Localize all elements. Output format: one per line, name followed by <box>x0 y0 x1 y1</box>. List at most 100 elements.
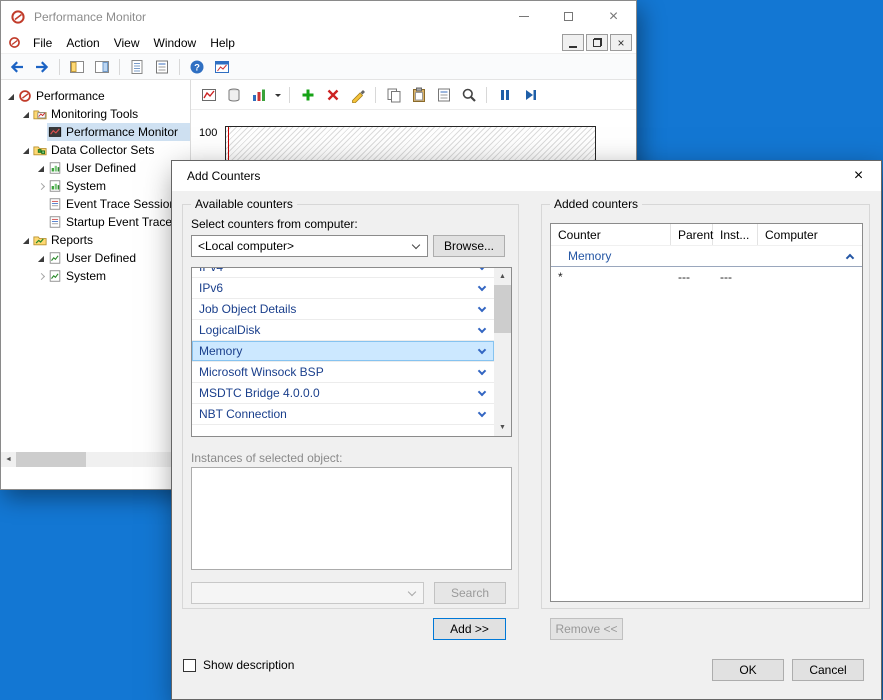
highlight-button[interactable] <box>346 84 369 106</box>
collapsed-expander[interactable] <box>35 274 47 279</box>
expand-counter-chevron-icon[interactable] <box>478 408 486 416</box>
expand-counter-chevron-icon[interactable] <box>478 387 486 395</box>
collapsed-expander[interactable] <box>35 184 47 189</box>
expand-counter-chevron-icon[interactable] <box>478 366 486 374</box>
tree-item-performance-monitor[interactable]: Performance Monitor <box>1 123 190 141</box>
expanded-arrow-icon[interactable]: ◢ <box>20 236 32 245</box>
properties-button[interactable] <box>432 84 455 106</box>
console-minimize-button[interactable] <box>562 34 584 51</box>
tree-item-body[interactable]: User Defined <box>47 159 190 177</box>
tree-item-monitoring-tools[interactable]: ◢Monitoring Tools <box>1 105 190 123</box>
scrollbar-thumb[interactable] <box>16 452 86 467</box>
collapse-group-chevron-icon[interactable] <box>846 254 854 262</box>
show-description-checkbox[interactable] <box>183 659 196 672</box>
graph-type-dropdown[interactable] <box>272 84 283 106</box>
add-counter-button[interactable] <box>296 84 319 106</box>
copy-properties-button[interactable] <box>382 84 405 106</box>
available-counters-list[interactable]: IPv4IPv6Job Object DetailsLogicalDiskMem… <box>191 267 512 437</box>
expanded-arrow-icon[interactable]: ◢ <box>20 110 32 119</box>
console-close-button[interactable]: × <box>610 34 632 51</box>
expand-counter-chevron-icon[interactable] <box>478 345 486 353</box>
instances-list[interactable] <box>191 467 512 570</box>
tree-item-reports[interactable]: ◢Reports <box>1 231 190 249</box>
export-list-button[interactable] <box>125 56 149 78</box>
added-group-memory[interactable]: Memory <box>551 246 862 267</box>
view-current-activity-button[interactable] <box>197 84 220 106</box>
scroll-left-icon[interactable]: ◄ <box>1 452 16 467</box>
view-log-data-button[interactable] <box>222 84 245 106</box>
counter-item-msdtc-bridge-4-0-0-0[interactable]: MSDTC Bridge 4.0.0.0 <box>192 383 494 404</box>
tree-horizontal-scrollbar[interactable]: ◄ ► <box>1 452 190 467</box>
tree-item-body[interactable]: Monitoring Tools <box>32 105 190 123</box>
expand-counter-chevron-icon[interactable] <box>478 303 486 311</box>
browse-button[interactable]: Browse... <box>433 235 505 257</box>
menu-view[interactable]: View <box>107 33 147 53</box>
added-counter-row[interactable]: *------ <box>551 267 862 287</box>
tree-item-body[interactable]: Data Collector Sets <box>32 141 190 159</box>
menu-action[interactable]: Action <box>59 33 106 53</box>
show-console-tree-button[interactable] <box>65 56 89 78</box>
zoom-button[interactable] <box>457 84 480 106</box>
counters-vertical-scrollbar[interactable]: ▲ ▼ <box>494 268 511 436</box>
expand-counter-chevron-icon[interactable] <box>478 324 486 332</box>
menu-file[interactable]: File <box>26 33 59 53</box>
add-button[interactable]: Add >> <box>433 618 506 640</box>
counter-item-ipv6[interactable]: IPv6 <box>192 278 494 299</box>
expand-counter-chevron-icon[interactable] <box>478 282 486 290</box>
window-close-button[interactable]: × <box>591 1 636 32</box>
tree-item-body[interactable]: Performance <box>17 87 190 105</box>
window-maximize-button[interactable] <box>546 1 591 32</box>
properties-button[interactable] <box>150 56 174 78</box>
counter-item-ipv4[interactable]: IPv4 <box>192 267 494 278</box>
column-header-inst[interactable]: Inst... <box>713 224 758 245</box>
expanded-arrow-icon[interactable]: ◢ <box>20 146 32 155</box>
counter-item-nbt-connection[interactable]: NBT Connection <box>192 404 494 425</box>
counter-item-logicaldisk[interactable]: LogicalDisk <box>192 320 494 341</box>
tree-item-event-trace-sessions[interactable]: Event Trace Sessions <box>1 195 190 213</box>
scrollbar-thumb[interactable] <box>494 285 511 333</box>
column-header-parent[interactable]: Parent <box>671 224 713 245</box>
scroll-down-icon[interactable]: ▼ <box>494 419 511 436</box>
tree-item-body[interactable]: Reports <box>32 231 190 249</box>
tree-item-system[interactable]: System <box>1 177 190 195</box>
counter-item-memory[interactable]: Memory <box>192 341 494 362</box>
tree-item-body[interactable]: System <box>47 267 190 285</box>
tree-item-body[interactable]: Startup Event Trace Sessions <box>47 213 190 231</box>
tree-item-body[interactable]: System <box>47 177 190 195</box>
dialog-close-button[interactable]: × <box>836 161 881 191</box>
tree-item-user-defined[interactable]: ◢User Defined <box>1 159 190 177</box>
tree-item-system[interactable]: System <box>1 267 190 285</box>
dialog-titlebar[interactable]: Add Counters × <box>172 161 881 191</box>
new-window-button[interactable] <box>210 56 234 78</box>
cancel-button[interactable]: Cancel <box>792 659 864 681</box>
expanded-arrow-icon[interactable]: ◢ <box>5 92 17 101</box>
help-button[interactable]: ? <box>185 56 209 78</box>
column-header-computer[interactable]: Computer <box>758 224 862 245</box>
tree-item-user-defined[interactable]: ◢User Defined <box>1 249 190 267</box>
menu-window[interactable]: Window <box>147 33 204 53</box>
pm-titlebar[interactable]: Performance Monitor × <box>1 1 636 32</box>
freeze-display-button[interactable] <box>493 84 516 106</box>
counter-item-microsoft-winsock-bsp[interactable]: Microsoft Winsock BSP <box>192 362 494 383</box>
show-action-pane-button[interactable] <box>90 56 114 78</box>
expanded-arrow-icon[interactable]: ◢ <box>35 254 47 263</box>
expanded-arrow-icon[interactable]: ◢ <box>35 164 47 173</box>
paste-counter-list-button[interactable] <box>407 84 430 106</box>
column-header-counter[interactable]: Counter <box>551 224 671 245</box>
tree-item-performance[interactable]: ◢Performance <box>1 87 190 105</box>
tree-item-body[interactable]: User Defined <box>47 249 190 267</box>
back-button[interactable] <box>5 56 29 78</box>
tree-item-body[interactable]: Performance Monitor <box>47 123 190 141</box>
change-graph-type-button[interactable] <box>247 84 270 106</box>
ok-button[interactable]: OK <box>712 659 784 681</box>
counter-item-job-object-details[interactable]: Job Object Details <box>192 299 494 320</box>
tree-item-startup-event-trace-sessions[interactable]: Startup Event Trace Sessions <box>1 213 190 231</box>
menu-help[interactable]: Help <box>203 33 242 53</box>
tree-item-body[interactable]: Event Trace Sessions <box>47 195 190 213</box>
update-data-button[interactable] <box>518 84 541 106</box>
console-restore-button[interactable] <box>586 34 608 51</box>
expand-counter-chevron-icon[interactable] <box>478 267 486 270</box>
delete-counter-button[interactable] <box>321 84 344 106</box>
window-minimize-button[interactable] <box>501 1 546 32</box>
forward-button[interactable] <box>30 56 54 78</box>
